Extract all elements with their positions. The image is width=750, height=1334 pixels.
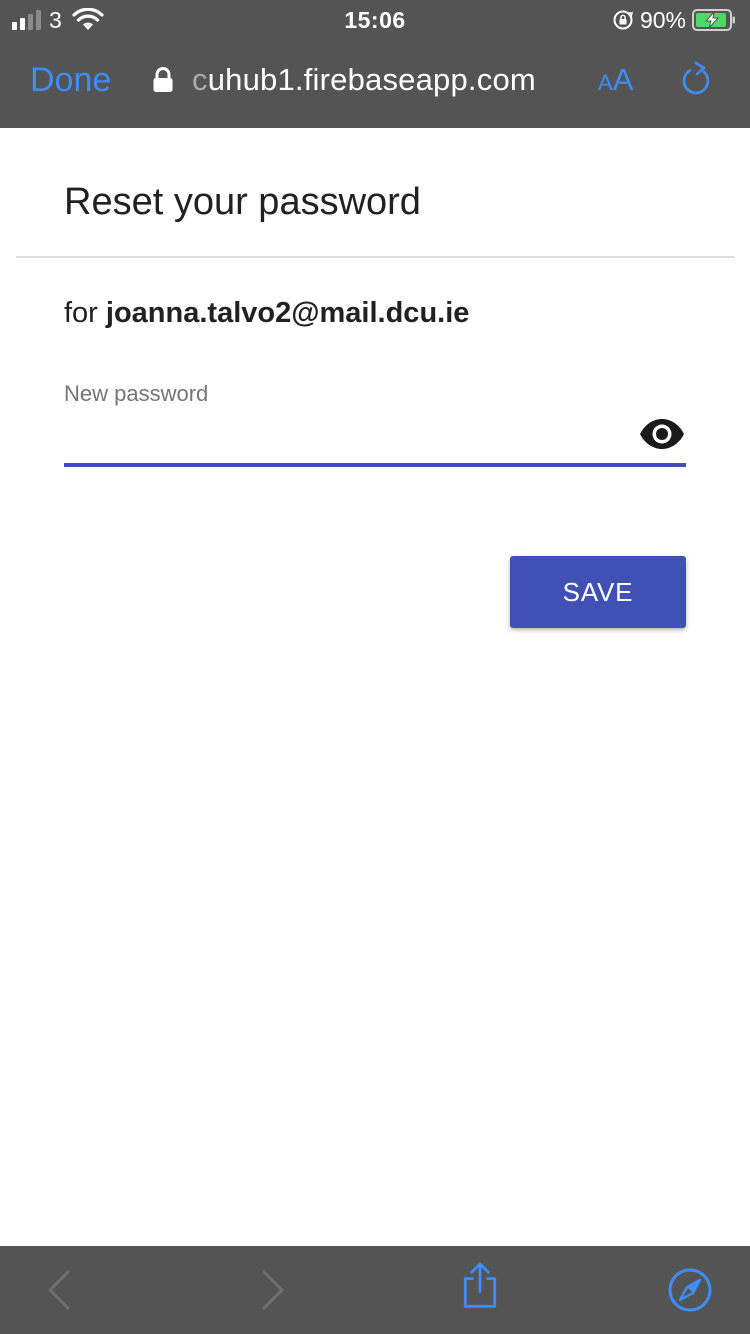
browser-bottom-toolbar (0, 1246, 750, 1334)
new-password-label: New password (64, 381, 209, 406)
compass-icon[interactable] (666, 1266, 714, 1314)
save-button[interactable]: SAVE (510, 556, 686, 628)
field-underline (64, 463, 686, 467)
text-size-small-label: A (598, 70, 613, 95)
status-right: 90% (612, 8, 736, 32)
browser-top-chrome: 3 15:06 90% Done cuhub1.firebaseapp.com … (0, 0, 750, 128)
share-icon[interactable] (456, 1262, 504, 1310)
text-size-large-label: A (612, 62, 634, 97)
reset-password-page: Reset your password for joanna.talvo2@ma… (0, 128, 750, 1246)
done-button[interactable]: Done (30, 60, 111, 100)
url-faded-prefix: c (192, 62, 208, 97)
text-size-button[interactable]: AA (598, 62, 633, 104)
padlock-icon (153, 67, 173, 92)
new-password-input[interactable] (64, 414, 634, 462)
account-line: for joanna.talvo2@mail.dcu.ie (64, 294, 469, 332)
battery-charging-icon (692, 9, 735, 31)
url-domain: uhub1.firebaseapp.com (207, 62, 536, 97)
account-email: joanna.talvo2@mail.dcu.ie (105, 297, 470, 329)
url-text: cuhub1.firebaseapp.com (192, 60, 536, 100)
back-arrow-icon[interactable] (36, 1266, 84, 1314)
browser-nav-bar: Done cuhub1.firebaseapp.com AA (0, 48, 750, 112)
title-divider (16, 256, 735, 258)
eye-icon[interactable] (638, 416, 686, 452)
status-bar: 3 15:06 90% (0, 0, 750, 40)
for-prefix: for (64, 297, 98, 329)
address-bar[interactable]: cuhub1.firebaseapp.com (152, 60, 536, 100)
page-title: Reset your password (64, 181, 421, 223)
battery-percent: 90% (639, 7, 686, 33)
forward-arrow-icon[interactable] (248, 1266, 296, 1314)
rotation-lock-icon (613, 10, 634, 30)
reload-icon[interactable] (678, 60, 716, 100)
